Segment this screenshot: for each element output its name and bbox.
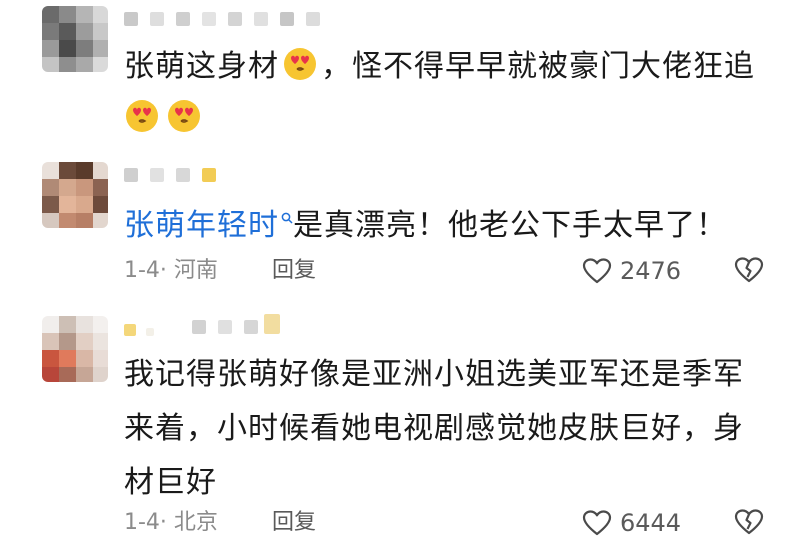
comment-meta: 1-4· 河南 回复 [124, 256, 316, 286]
emoji-line [124, 92, 774, 146]
comment-meta: 1-4· 北京 回复 [124, 508, 316, 538]
comment-text-part: ，怪不得早早就被豪门大佬狂追 [321, 49, 755, 84]
comment-text-line: 我记得张萌好像是亚洲小姐选美亚军还是季军 [124, 357, 744, 392]
avatar[interactable] [42, 162, 108, 228]
date-location: 1-4· 北京 [124, 510, 218, 535]
heart-eyes-kiss-emoji [168, 100, 200, 132]
comment-text-part: 是真漂亮！他老公下手太早了！ [293, 208, 727, 243]
broken-heart-icon [734, 257, 764, 283]
mention-link[interactable]: 张萌年轻时 [124, 208, 279, 243]
comment-text: 张萌年轻时 是真漂亮！他老公下手太早了！ [124, 192, 774, 253]
username-redacted[interactable] [124, 12, 324, 34]
reply-button[interactable]: 回复 [272, 256, 316, 286]
heart-eyes-kiss-emoji [126, 100, 158, 132]
avatar[interactable] [42, 6, 108, 72]
broken-heart-icon [734, 509, 764, 535]
avatar[interactable] [42, 316, 108, 382]
comment-text-line: 材巨好 [124, 465, 217, 500]
heart-outline-icon [582, 258, 612, 284]
like-count: 2476 [620, 257, 682, 285]
username-redacted[interactable] [124, 314, 284, 342]
reply-button[interactable]: 回复 [272, 508, 316, 538]
comment-text-line: 来着，小时候看她电视剧感觉她皮肤巨好，身 [124, 411, 744, 446]
comment-text: 我记得张萌好像是亚洲小姐选美亚军还是季军 来着，小时候看她电视剧感觉她皮肤巨好，… [124, 348, 774, 510]
dislike-button[interactable] [734, 508, 764, 538]
dislike-button[interactable] [734, 256, 764, 286]
date-location: 1-4· 河南 [124, 258, 218, 283]
search-icon[interactable] [281, 192, 293, 246]
username-redacted[interactable] [124, 168, 224, 190]
like-count: 6444 [620, 509, 682, 537]
comment-text-part: 张萌这身材 [124, 49, 279, 84]
heart-outline-icon [582, 510, 612, 536]
heart-eyes-kiss-emoji [284, 48, 316, 80]
comment-text: 张萌这身材 ，怪不得早早就被豪门大佬狂追 [124, 40, 774, 94]
